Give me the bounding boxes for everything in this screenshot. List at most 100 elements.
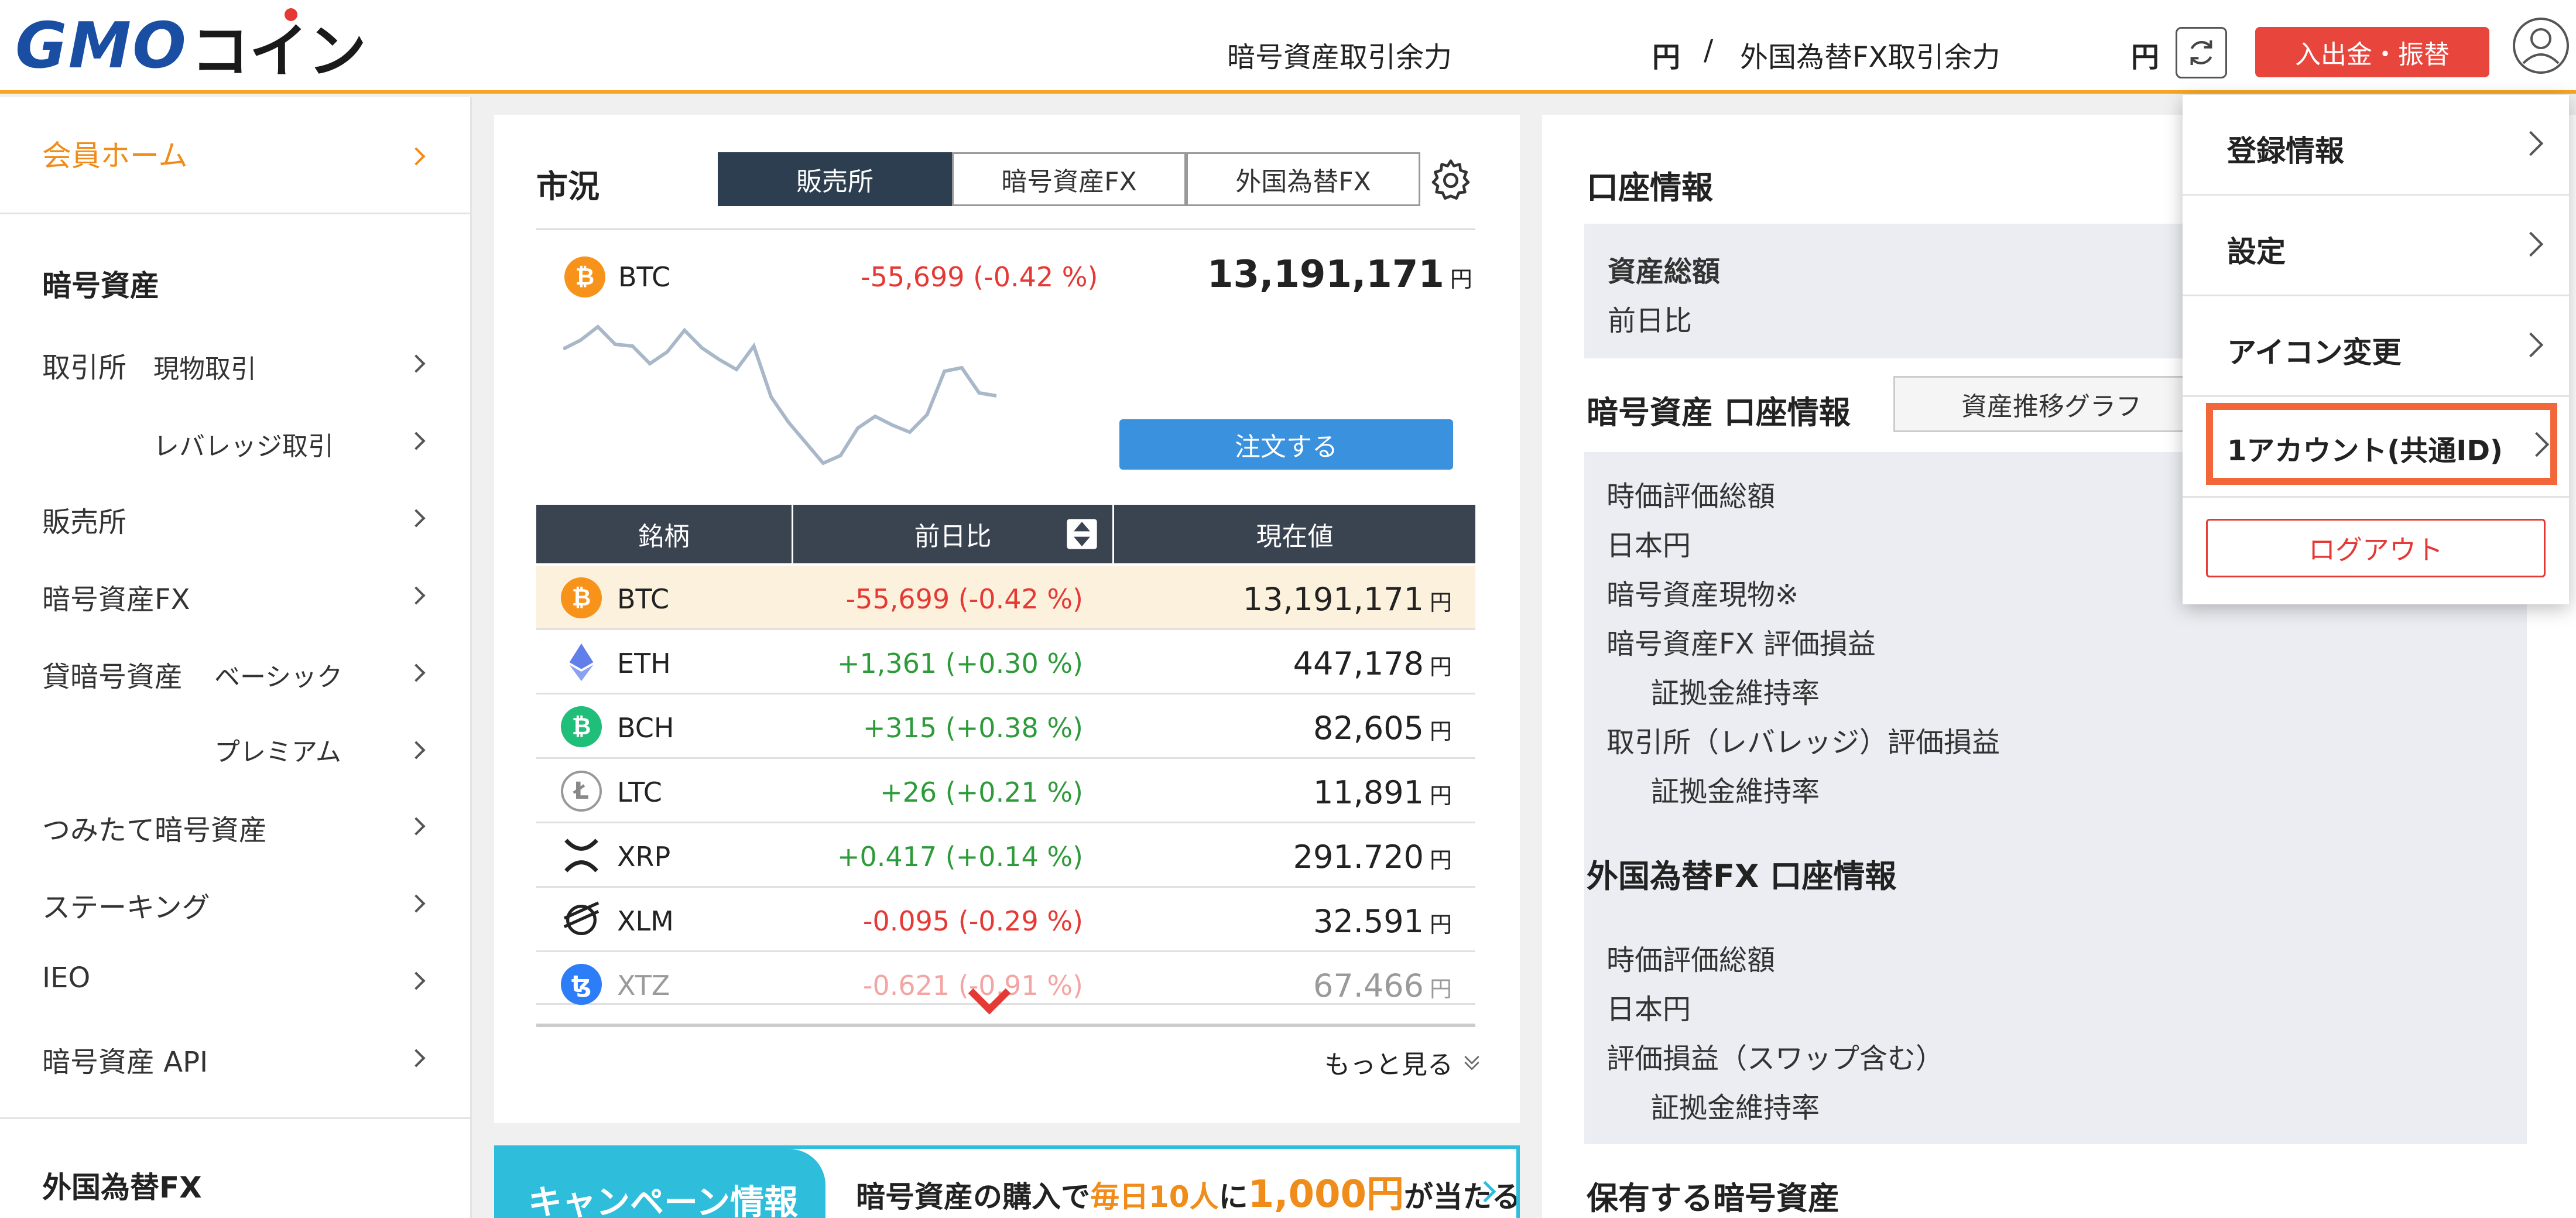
campaign-banner[interactable]: キャンペーン情報 暗号資産の購入で毎日10人に1,000円が当たる bbox=[494, 1145, 1520, 1218]
chevron-right-icon bbox=[407, 354, 426, 373]
sidebar-ieo-label: IEO bbox=[42, 962, 91, 994]
bch-coin-icon: ₿ bbox=[561, 706, 602, 747]
xlm-coin-icon bbox=[563, 901, 600, 935]
row-symbol: XLM bbox=[617, 905, 674, 937]
featured-price: 13,191,171 円 bbox=[1207, 253, 1472, 296]
featured-symbol: BTC bbox=[618, 261, 671, 293]
crypto-jpy-label: 日本円 bbox=[1606, 529, 1691, 562]
fx-pnl-label: 評価損益（スワップ含む） bbox=[1606, 1042, 1944, 1075]
table-bottom-divider bbox=[536, 1024, 1475, 1027]
crypto-balance-yen: 円 bbox=[1652, 41, 1681, 74]
user-avatar-button[interactable] bbox=[2512, 16, 2570, 75]
row-price-yen: 円 bbox=[1429, 590, 1452, 615]
logo-dot bbox=[284, 8, 297, 21]
menu-item-icon-change[interactable]: アイコン変更 bbox=[2183, 296, 2569, 397]
row-price-yen: 円 bbox=[1429, 783, 1452, 809]
campaign-text-suffix: が当たる bbox=[1404, 1180, 1520, 1214]
top-header: GMO コイン 暗号資産取引余力 円 / 外国為替FX取引余力 円 入出金・振替 bbox=[0, 0, 2576, 94]
refresh-button[interactable] bbox=[2176, 27, 2227, 78]
ltc-coin-icon: Ł bbox=[561, 771, 602, 812]
gmo-coin-logo[interactable]: GMO コイン bbox=[15, 8, 366, 85]
fx-balance-yen: 円 bbox=[2131, 41, 2160, 74]
asset-graph-button[interactable]: 資産推移グラフ bbox=[1893, 376, 2210, 432]
row-change: -55,699 (-0.42 %) bbox=[845, 583, 1083, 615]
campaign-tab: キャンペーン情報 bbox=[498, 1149, 825, 1218]
sidebar-item-home[interactable]: 会員ホーム bbox=[0, 97, 472, 214]
crypto-account-title: 暗号資産 口座情報 bbox=[1587, 394, 1851, 431]
sidebar-lending-label: 貸暗号資産 bbox=[42, 661, 183, 693]
row-price-value: 67.466 bbox=[1313, 967, 1424, 1004]
campaign-text: 暗号資産の購入で毎日10人に1,000円が当たる bbox=[856, 1164, 1520, 1218]
sidebar-basic-label: ベーシック bbox=[214, 662, 343, 692]
menu-item-registration-label: 登録情報 bbox=[2227, 134, 2344, 168]
highlight-box bbox=[2206, 403, 2557, 485]
total-assets-label: 資産総額 bbox=[1608, 255, 1721, 288]
sidebar-sales-office-label: 販売所 bbox=[42, 506, 127, 539]
market-row-ltc[interactable]: Ł LTC +26 (+0.21 %) 11,891 円 bbox=[536, 759, 1475, 823]
btc-coin-icon: ₿ bbox=[561, 577, 602, 618]
market-row-bch[interactable]: ₿ BCH +315 (+0.38 %) 82,605 円 bbox=[536, 694, 1475, 759]
more-link[interactable]: もっと見る bbox=[1324, 1043, 1484, 1081]
market-title: 市況 bbox=[536, 168, 600, 205]
market-panel: 市況 販売所 暗号資産FX 外国為替FX ₿ BTC -55,699 (-0.4… bbox=[494, 115, 1520, 1123]
market-row-btc[interactable]: ₿ BTC -55,699 (-0.42 %) 13,191,171 円 bbox=[536, 566, 1475, 630]
logout-button[interactable]: ログアウト bbox=[2206, 519, 2546, 577]
menu-item-icon-change-label: アイコン変更 bbox=[2227, 336, 2402, 369]
market-settings-button[interactable] bbox=[1427, 157, 1474, 204]
gear-icon bbox=[1431, 159, 1470, 200]
chevron-down-icon[interactable] bbox=[966, 986, 1013, 1015]
row-price: 291.720 円 bbox=[1293, 839, 1452, 875]
tab-sales-office[interactable]: 販売所 bbox=[718, 152, 952, 206]
row-price-yen: 円 bbox=[1429, 847, 1452, 873]
row-change: +315 (+0.38 %) bbox=[862, 712, 1083, 744]
featured-change: -55,699 (-0.42 %) bbox=[861, 261, 1098, 293]
sidebar-exchange-label: 取引所 bbox=[42, 351, 127, 384]
chevron-right-icon bbox=[2518, 231, 2544, 257]
row-symbol: BTC bbox=[617, 583, 670, 615]
leverage-pnl-label: 取引所（レバレッジ）評価損益 bbox=[1606, 726, 2000, 759]
user-dropdown-menu: 登録情報 設定 アイコン変更 1アカウント(共通ID) ログアウト bbox=[2183, 95, 2569, 604]
leverage-margin-label: 証拠金維持率 bbox=[1651, 775, 1820, 808]
sparkline-line bbox=[563, 324, 997, 466]
xtz-coin-icon: ꜩ bbox=[561, 964, 602, 1005]
double-chevron-down-icon bbox=[1464, 1056, 1479, 1070]
row-change: +26 (+0.21 %) bbox=[880, 776, 1083, 808]
order-button[interactable]: 注文する bbox=[1119, 419, 1453, 470]
row-symbol: ETH bbox=[617, 648, 671, 679]
column-header-symbol: 銘柄 bbox=[536, 505, 792, 563]
menu-item-settings[interactable]: 設定 bbox=[2183, 196, 2569, 296]
chevron-right-icon bbox=[2518, 332, 2544, 358]
chevron-right-icon bbox=[407, 509, 426, 528]
account-title: 口座情報 bbox=[1587, 169, 1713, 206]
row-price-value: 11,891 bbox=[1313, 774, 1424, 811]
row-symbol: XTZ bbox=[617, 970, 670, 1001]
fx-jpy-label: 日本円 bbox=[1606, 993, 1691, 1026]
row-symbol: LTC bbox=[617, 776, 662, 808]
fx-margin-label: 証拠金維持率 bbox=[1651, 1092, 1820, 1124]
deposit-transfer-button[interactable]: 入出金・振替 bbox=[2255, 27, 2489, 77]
chevron-right-icon bbox=[407, 586, 426, 605]
tab-forex-fx[interactable]: 外国為替FX bbox=[1186, 152, 1420, 206]
row-price: 13,191,171 円 bbox=[1243, 581, 1452, 618]
tab-crypto-fx[interactable]: 暗号資産FX bbox=[952, 152, 1186, 206]
campaign-text-amount: 1,000円 bbox=[1248, 1173, 1405, 1216]
market-row-xrp[interactable]: XRP +0.417 (+0.14 %) 291.720 円 bbox=[536, 823, 1475, 888]
chevron-right-icon bbox=[407, 817, 426, 836]
menu-item-registration[interactable]: 登録情報 bbox=[2183, 95, 2569, 196]
row-change: -0.095 (-0.29 %) bbox=[862, 905, 1083, 937]
row-price-value: 447,178 bbox=[1293, 645, 1424, 682]
menu-item-settings-label: 設定 bbox=[2227, 235, 2286, 269]
column-header-price: 現在値 bbox=[1114, 505, 1475, 563]
row-price: 67.466 円 bbox=[1313, 967, 1452, 1004]
crypto-market-value-label: 時価評価総額 bbox=[1606, 480, 1776, 513]
market-row-xlm[interactable]: XLM -0.095 (-0.29 %) 32.591 円 bbox=[536, 888, 1475, 952]
sidebar-leverage-label: レバレッジ取引 bbox=[153, 432, 334, 461]
row-price-value: 291.720 bbox=[1293, 839, 1424, 875]
market-row-eth[interactable]: ETH +1,361 (+0.30 %) 447,178 円 bbox=[536, 630, 1475, 694]
sidebar-divider bbox=[0, 1117, 472, 1119]
chevron-right-icon bbox=[407, 432, 426, 450]
sidebar-premium-label: プレミアム bbox=[214, 737, 341, 767]
row-symbol: BCH bbox=[617, 712, 674, 744]
sort-icon bbox=[1067, 519, 1097, 549]
column-header-change[interactable]: 前日比 bbox=[793, 505, 1112, 563]
